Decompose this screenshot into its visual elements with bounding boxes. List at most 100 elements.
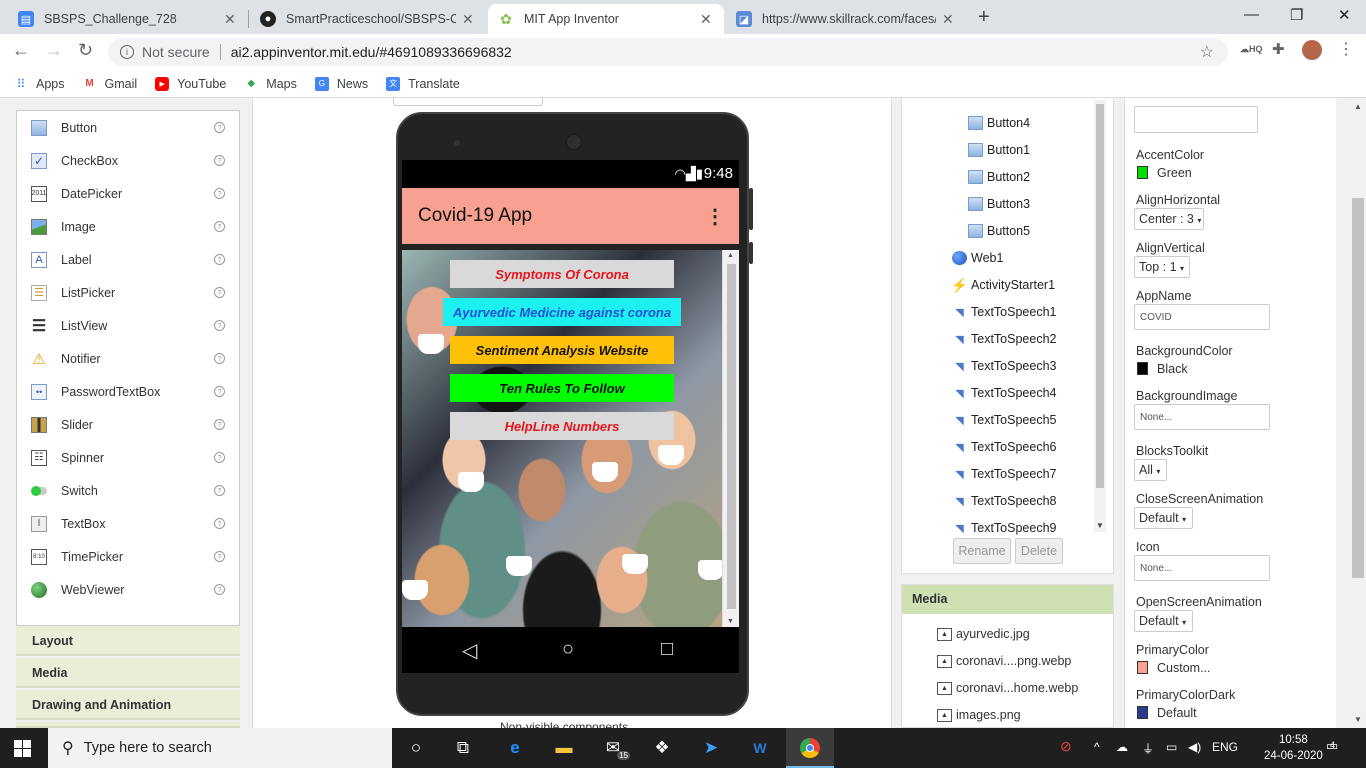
- help-icon[interactable]: ?: [214, 485, 225, 496]
- background-image-picker[interactable]: None...: [1134, 404, 1270, 430]
- ayurvedic-medicine-button[interactable]: Ayurvedic Medicine against corona: [443, 298, 681, 326]
- palette-section-drawing[interactable]: Drawing and Animation: [16, 690, 240, 720]
- help-icon[interactable]: ?: [214, 155, 225, 166]
- component-texttospeech8[interactable]: ◥ TextToSpeech8: [952, 494, 1056, 508]
- help-icon[interactable]: ?: [214, 452, 225, 463]
- accent-color-value[interactable]: Green: [1157, 166, 1192, 180]
- symptoms-button[interactable]: Symptoms Of Corona: [450, 260, 674, 288]
- url-text[interactable]: ai2.appinventor.mit.edu/#469108933669683…: [231, 44, 512, 60]
- palette-item-checkbox[interactable]: ✓ CheckBox ?: [17, 144, 239, 177]
- palette-item-listpicker[interactable]: ☰ ListPicker ?: [17, 276, 239, 309]
- taskbar-search-box[interactable]: ⚲ Type here to search: [48, 728, 392, 768]
- edge-browser-icon[interactable]: e: [502, 736, 528, 760]
- cortana-circle-icon[interactable]: ○: [403, 736, 429, 760]
- primary-color-dark-value[interactable]: Default: [1157, 706, 1197, 720]
- about-screen-textarea[interactable]: [1134, 106, 1258, 133]
- component-button1[interactable]: Button1: [968, 143, 1030, 157]
- color-swatch[interactable]: [1137, 661, 1148, 674]
- close-icon[interactable]: ✕: [942, 11, 956, 28]
- url-omnibox[interactable]: i Not secure ai2.appinventor.mit.edu/#46…: [108, 38, 1228, 66]
- help-icon[interactable]: ?: [214, 287, 225, 298]
- bookmark-news[interactable]: G News: [314, 76, 368, 91]
- bookmark-gmail[interactable]: M Gmail: [83, 77, 137, 91]
- component-texttospeech1[interactable]: ◥ TextToSpeech1: [952, 305, 1056, 319]
- scroll-up-icon[interactable]: ▲: [727, 252, 734, 259]
- help-icon[interactable]: ?: [214, 584, 225, 595]
- page-scrollbar[interactable]: ▲ ▼: [1350, 98, 1366, 728]
- help-icon[interactable]: ?: [214, 353, 225, 364]
- component-texttospeech9[interactable]: ◥ TextToSpeech9: [952, 521, 1056, 535]
- media-file-item[interactable]: ▲ coronavi....png.webp: [937, 654, 1071, 668]
- palette-item-passwordtextbox[interactable]: •• PasswordTextBox ?: [17, 375, 239, 408]
- help-icon[interactable]: ?: [214, 221, 225, 232]
- color-swatch[interactable]: [1137, 706, 1148, 719]
- icon-picker[interactable]: None...: [1134, 555, 1270, 581]
- align-vertical-dropdown[interactable]: Top : 1 ▾: [1134, 256, 1190, 278]
- mail-icon[interactable]: ✉ 15: [600, 736, 630, 760]
- component-activitystarter1[interactable]: ⚡ ActivityStarter1: [951, 277, 1055, 293]
- volume-icon[interactable]: ◀): [1188, 740, 1201, 754]
- new-tab-button[interactable]: +: [978, 6, 990, 29]
- background-color-value[interactable]: Black: [1157, 362, 1188, 376]
- profile-avatar[interactable]: [1302, 40, 1322, 60]
- palette-item-notifier[interactable]: ⚠ Notifier ?: [17, 342, 239, 375]
- palette-item-webviewer[interactable]: WebViewer ?: [17, 573, 239, 606]
- overflow-menu-icon[interactable]: ⋮: [705, 204, 725, 229]
- windows-start-icon[interactable]: [14, 740, 31, 757]
- helpline-button[interactable]: HelpLine Numbers: [450, 412, 674, 440]
- components-scrollbar[interactable]: ▼: [1094, 100, 1106, 532]
- word-app-icon[interactable]: W: [747, 736, 773, 760]
- palette-section-media[interactable]: Media: [16, 658, 240, 688]
- scroll-up-icon[interactable]: ▲: [1354, 102, 1362, 111]
- back-arrow-icon[interactable]: ←: [12, 40, 30, 61]
- close-icon[interactable]: ✕: [700, 11, 714, 28]
- component-button4[interactable]: Button4: [968, 116, 1030, 130]
- file-explorer-icon[interactable]: ▬: [551, 736, 577, 760]
- help-icon[interactable]: ?: [214, 518, 225, 529]
- tab-sbsps-challenge[interactable]: ▤ SBSPS_Challenge_728 ✕: [8, 4, 248, 34]
- extensions-puzzle-icon[interactable]: ✚: [1272, 40, 1285, 58]
- taskbar-clock[interactable]: 10:58 24-06-2020: [1264, 732, 1323, 764]
- tab-github[interactable]: ● SmartPracticeschool/SBSPS-Chall ✕: [250, 4, 486, 34]
- media-file-item[interactable]: ▲ images.png: [937, 708, 1021, 722]
- blocks-toolkit-dropdown[interactable]: All ▾: [1134, 459, 1167, 481]
- help-icon[interactable]: ?: [214, 320, 225, 331]
- media-file-item[interactable]: ▲ coronavi...home.webp: [937, 681, 1078, 695]
- tab-app-inventor[interactable]: ✿ MIT App Inventor ✕: [488, 4, 724, 34]
- scroll-down-icon[interactable]: ▼: [1354, 715, 1362, 724]
- restore-icon[interactable]: ❐: [1290, 6, 1303, 24]
- dropbox-icon[interactable]: ❖: [649, 736, 675, 760]
- primary-color-value[interactable]: Custom...: [1157, 661, 1211, 675]
- close-icon[interactable]: ✕: [462, 11, 476, 28]
- delete-button[interactable]: Delete: [1015, 538, 1063, 564]
- palette-item-datepicker[interactable]: 2011 DatePicker ?: [17, 177, 239, 210]
- show-hidden-icons-chevron[interactable]: ^: [1094, 740, 1100, 754]
- battery-icon[interactable]: ▭: [1166, 740, 1177, 754]
- palette-item-spinner[interactable]: ☷ Spinner ?: [17, 441, 239, 474]
- component-texttospeech3[interactable]: ◥ TextToSpeech3: [952, 359, 1056, 373]
- close-screen-animation-dropdown[interactable]: Default ▾: [1134, 507, 1193, 529]
- palette-item-button[interactable]: Button ?: [17, 111, 239, 144]
- reload-icon[interactable]: ↻: [78, 40, 93, 61]
- align-horizontal-dropdown[interactable]: Center : 3 ▾: [1134, 208, 1204, 230]
- scroll-thumb[interactable]: [727, 264, 736, 609]
- chrome-icon[interactable]: [797, 736, 823, 760]
- palette-item-textbox[interactable]: I TextBox ?: [17, 507, 239, 540]
- info-icon[interactable]: i: [120, 45, 134, 59]
- palette-item-image[interactable]: Image ?: [17, 210, 239, 243]
- color-swatch[interactable]: [1137, 362, 1148, 375]
- window-close-icon[interactable]: ✕: [1338, 6, 1351, 24]
- help-icon[interactable]: ?: [214, 386, 225, 397]
- phone-scrollbar[interactable]: ▲ ▼: [722, 250, 739, 627]
- help-icon[interactable]: ?: [214, 419, 225, 430]
- palette-item-label[interactable]: A Label ?: [17, 243, 239, 276]
- component-button2[interactable]: Button2: [968, 170, 1030, 184]
- palette-item-slider[interactable]: Slider ?: [17, 408, 239, 441]
- task-view-icon[interactable]: ⧉: [450, 736, 476, 760]
- help-icon[interactable]: ?: [214, 551, 225, 562]
- help-icon[interactable]: ?: [214, 254, 225, 265]
- palette-item-switch[interactable]: Switch ?: [17, 474, 239, 507]
- network-icon[interactable]: ⏚: [1142, 740, 1154, 757]
- palette-item-listview[interactable]: ☰ ListView ?: [17, 309, 239, 342]
- security-alert-icon[interactable]: ⊘: [1060, 738, 1072, 755]
